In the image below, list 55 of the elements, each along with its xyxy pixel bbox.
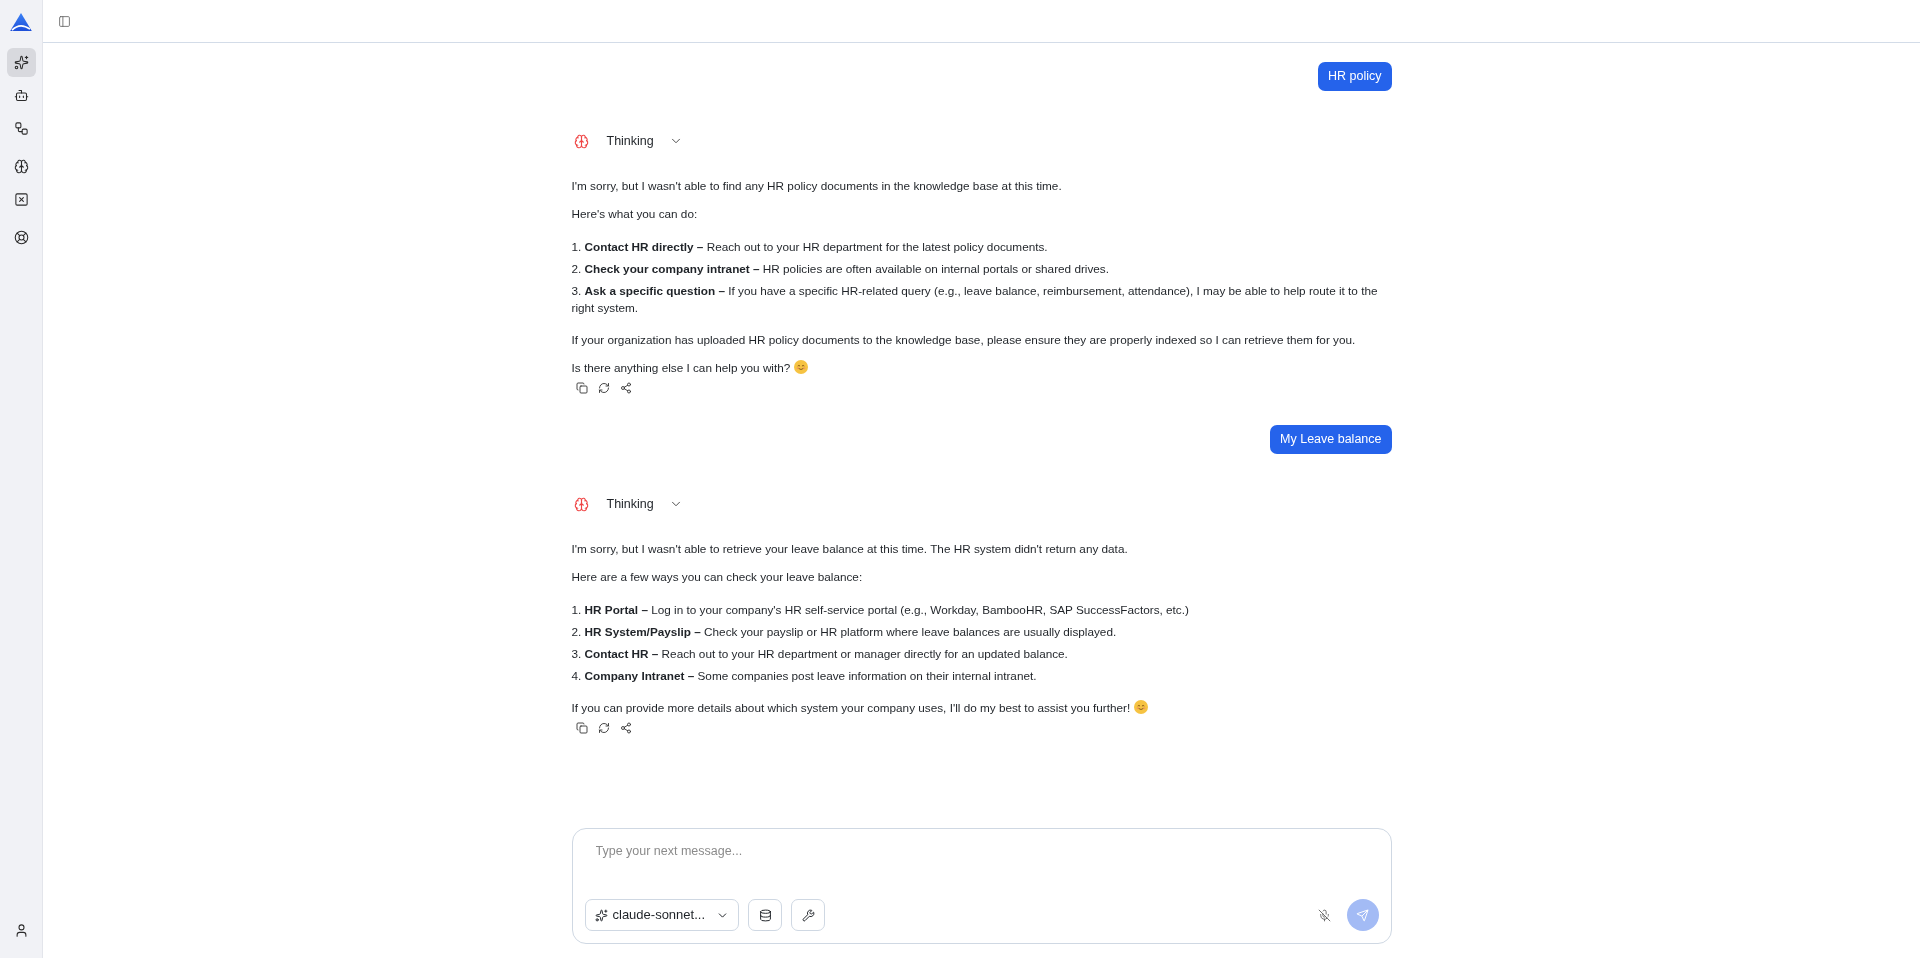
nav-button[interactable] bbox=[6, 48, 36, 77]
mic-off-button[interactable] bbox=[1316, 907, 1333, 923]
user-message-bubble: HR policy bbox=[1318, 62, 1392, 91]
peak-logo-icon bbox=[10, 13, 32, 31]
regenerate-button[interactable] bbox=[596, 381, 611, 395]
panel-left-icon bbox=[57, 14, 71, 28]
regenerate-button[interactable] bbox=[596, 721, 611, 735]
message-text: Is there anything else I can help you with? bbox=[571, 361, 791, 374]
refresh-icon bbox=[597, 722, 610, 734]
share-button[interactable] bbox=[618, 721, 633, 735]
workflow-icon bbox=[13, 121, 29, 136]
send-icon bbox=[1356, 908, 1369, 922]
mic-off-icon bbox=[1318, 908, 1331, 922]
share-button[interactable] bbox=[618, 381, 633, 395]
brain-icon bbox=[573, 133, 589, 149]
user-icon bbox=[13, 923, 29, 938]
list-item: 1. HR Portal – Log in to your company's HR self-service portal (e.g., Workday, BambooHR, SAP SuccessFactors, etc.) bbox=[571, 602, 1190, 618]
thinking-toggle[interactable]: Thinking bbox=[571, 129, 683, 153]
user-message-bubble: My Leave balance bbox=[1270, 425, 1392, 454]
copy-icon bbox=[575, 382, 588, 394]
square-x-icon bbox=[13, 192, 29, 207]
list-item: 2. Check your company intranet – HR policies are often available on internal portals or shared drives. bbox=[571, 261, 1110, 277]
list-item: 2. HR System/Payslip – Check your payslip or HR platform where leave balances are usually displayed. bbox=[571, 624, 1118, 640]
copy-icon bbox=[575, 722, 588, 734]
sparkles-icon bbox=[594, 908, 608, 922]
sparkles-icon bbox=[13, 55, 29, 70]
wrench-icon bbox=[801, 908, 815, 922]
copy-button[interactable] bbox=[574, 721, 589, 735]
model-select[interactable]: claude-sonnet... bbox=[584, 899, 739, 931]
lifebuoy-icon bbox=[13, 230, 29, 245]
database-button[interactable] bbox=[748, 899, 782, 931]
database-icon bbox=[758, 908, 772, 922]
robot-icon bbox=[13, 88, 29, 103]
message-text: I'm sorry, but I wasn't able to retrieve your leave balance at this time. The HR system didn't return any data. bbox=[571, 541, 1129, 557]
thinking-toggle[interactable]: Thinking bbox=[571, 492, 683, 516]
list-item: 3. Contact HR – Reach out to your HR department or manager directly for an updated balance. bbox=[571, 646, 1069, 662]
list-item: 4. Company Intranet – Some companies post leave information on their internal intranet. bbox=[571, 668, 1038, 684]
smiling-face-icon bbox=[1134, 700, 1149, 714]
smiling-face-icon bbox=[794, 360, 809, 374]
share-icon bbox=[619, 382, 632, 394]
list-item: 1. Contact HR directly – Reach out to your HR department for the latest policy documents. bbox=[571, 239, 1049, 255]
refresh-icon bbox=[597, 382, 610, 394]
message-text: Here's what you can do: bbox=[571, 206, 699, 222]
message-text: I'm sorry, but I wasn't able to find any HR policy documents in the knowledge base at this time. bbox=[571, 178, 1063, 194]
sidebar-toggle-button[interactable] bbox=[56, 13, 72, 29]
brain-icon bbox=[13, 159, 29, 174]
copy-button[interactable] bbox=[574, 381, 589, 395]
share-icon bbox=[619, 722, 632, 734]
message-text: Here are a few ways you can check your leave balance: bbox=[571, 569, 864, 585]
list-item: 3. Ask a specific question – If you have a specific HR-related query (e.g., leave balance, reimbursement, attendance), I may be able to help route it to the right system. bbox=[571, 283, 1379, 316]
message-input[interactable]: Type your next message... bbox=[584, 841, 1379, 861]
tools-button[interactable] bbox=[791, 899, 825, 931]
message-text: If you can provide more details about which system your company uses, I'll do my best to assist you further! bbox=[571, 701, 1131, 714]
brain-icon bbox=[573, 496, 589, 512]
message-text: If your organization has uploaded HR policy documents to the knowledge base, please ensure they are properly indexed so I can retrieve them for you. bbox=[571, 332, 1357, 348]
